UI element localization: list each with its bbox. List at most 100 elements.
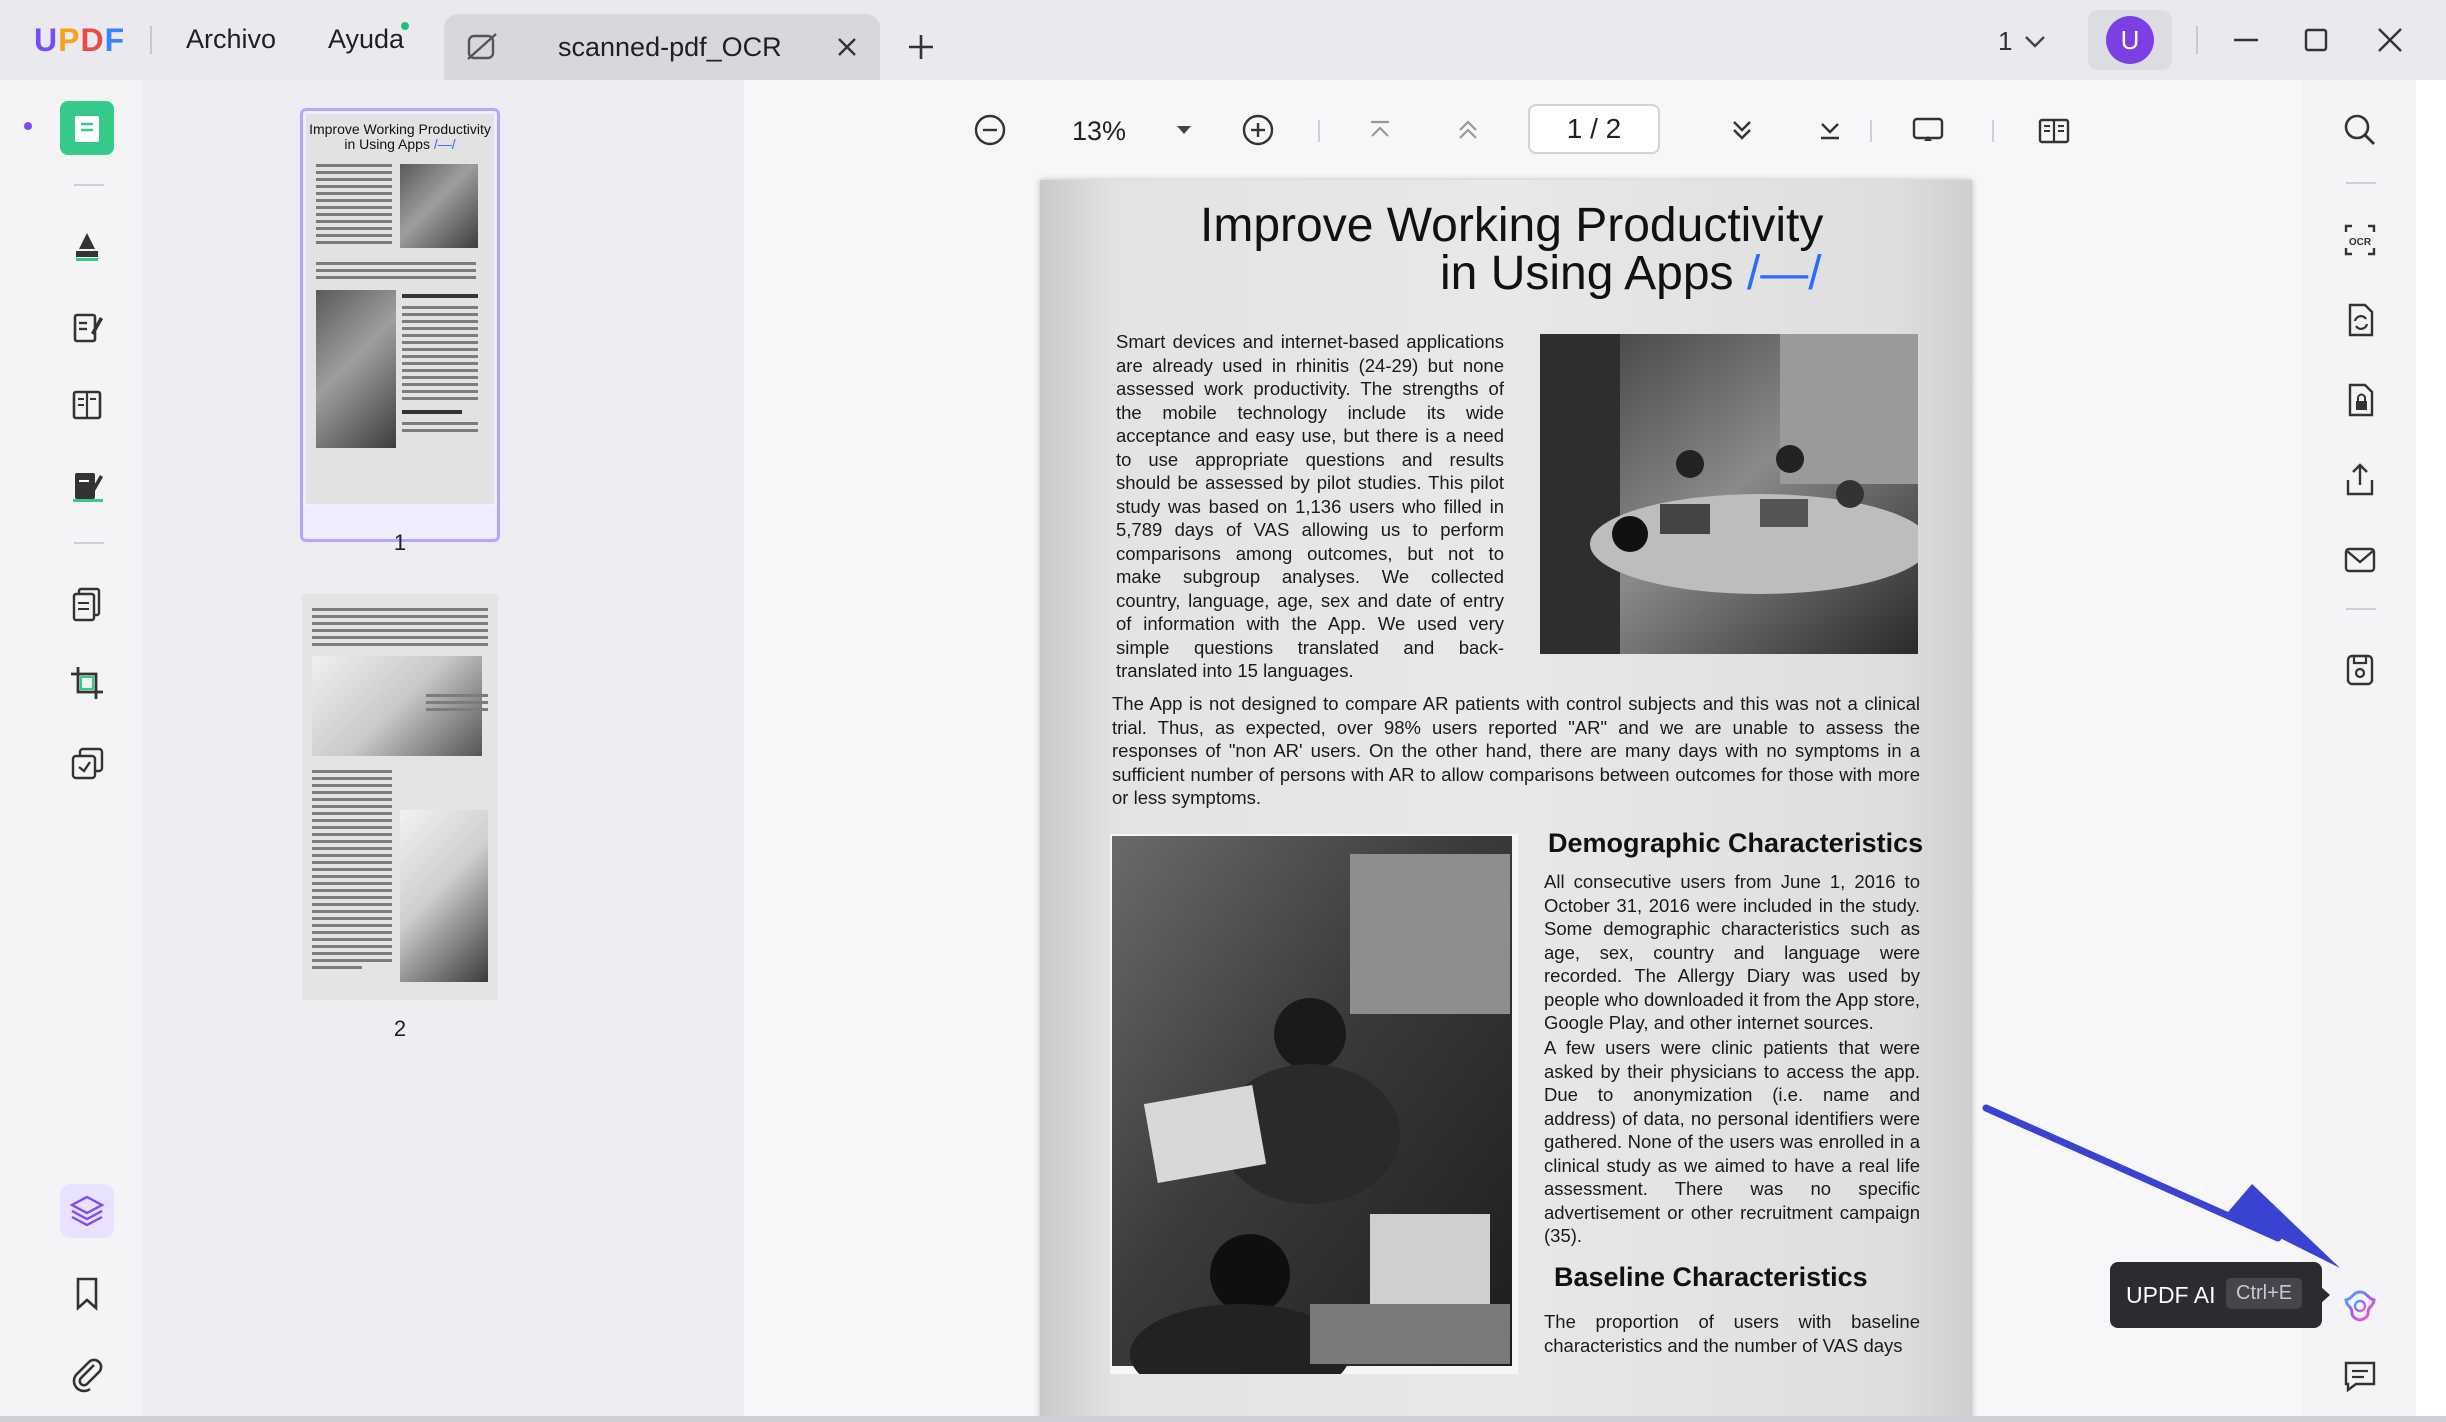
email-icon xyxy=(2344,547,2376,573)
close-tab-icon[interactable] xyxy=(832,32,862,62)
two-page-view-icon xyxy=(2038,118,2070,144)
paragraph-intro: Smart devices and internet-based applica… xyxy=(1116,331,1504,681)
slideshow-icon xyxy=(1912,117,1944,141)
crop-icon xyxy=(71,667,103,699)
title-bar: UPDF Archivo Ayuda scanned-pdf_OCR 1 U xyxy=(0,0,2446,80)
share-button[interactable] xyxy=(2338,458,2382,502)
zoom-level[interactable]: 13% xyxy=(1072,116,1126,147)
toolbar-separator xyxy=(2346,608,2376,610)
heading-baseline: Baseline Characteristics xyxy=(1554,1262,1868,1292)
search-icon xyxy=(2344,114,2375,145)
convert-tool-button[interactable] xyxy=(60,576,114,630)
paragraph-scope: The App is not designed to compare AR pa… xyxy=(1112,693,1920,808)
double-chevron-up-icon xyxy=(1459,120,1477,139)
notification-dot xyxy=(401,22,409,30)
toolbar-separator xyxy=(74,184,104,186)
save-button[interactable] xyxy=(2338,648,2382,692)
protect-button[interactable] xyxy=(2338,378,2382,422)
crop-tool-button[interactable] xyxy=(60,656,114,710)
page-number-input[interactable]: 1 / 2 xyxy=(1528,104,1660,154)
paragraph-demographic: All consecutive users from June 1, 2016 … xyxy=(1544,871,1920,1033)
zoom-in-icon xyxy=(1242,114,1274,146)
batch-tool-button[interactable] xyxy=(60,736,114,790)
batch-icon xyxy=(71,747,104,780)
window-bottom-edge xyxy=(0,1416,2446,1422)
updf-logo: UPDF xyxy=(34,22,126,58)
minimize-icon[interactable] xyxy=(2228,22,2264,58)
toolbar-separator xyxy=(1992,120,1994,142)
fill-sign-icon xyxy=(73,473,103,502)
layers-button[interactable] xyxy=(60,1184,114,1238)
bookmark-button[interactable] xyxy=(60,1266,114,1320)
page-thumbnail-2[interactable] xyxy=(302,594,498,1000)
toolbar-separator xyxy=(2346,182,2376,184)
tooltip-label: UPDF AI xyxy=(2126,1282,2216,1308)
toolbar-separator xyxy=(1870,120,1872,142)
reader-mode-button[interactable] xyxy=(60,101,114,155)
pdf-page: Improve Working Productivity in Using Ap… xyxy=(1040,180,1972,1422)
page-number-1: 1 xyxy=(393,530,407,555)
document-tab[interactable]: scanned-pdf_OCR xyxy=(444,14,880,80)
zoom-in-button[interactable] xyxy=(1238,110,1278,150)
tooltip-pointer xyxy=(2320,1286,2330,1304)
protect-icon xyxy=(2348,383,2374,417)
updf-window: UPDF Archivo Ayuda scanned-pdf_OCR 1 U I… xyxy=(0,0,2446,1422)
attachment-button[interactable] xyxy=(60,1346,114,1400)
thumbnail-title: Improve Working Productivity in Using Ap… xyxy=(309,121,491,152)
first-page-button[interactable] xyxy=(1360,110,1400,150)
presentation-button[interactable] xyxy=(1908,110,1948,150)
edit-tool-button[interactable] xyxy=(60,300,114,354)
paragraph-baseline: The proportion of users with baseline ch… xyxy=(1544,1311,1920,1356)
annotation-arrow xyxy=(1982,1104,2340,1268)
title-separator xyxy=(2196,26,2198,54)
svg-text:OCR: OCR xyxy=(2349,237,2372,248)
organize-tool-button[interactable] xyxy=(60,377,114,431)
fill-sign-button[interactable] xyxy=(60,458,114,512)
updf-ai-tooltip: UPDF AI Ctrl+E xyxy=(2110,1262,2330,1328)
page-display-button[interactable] xyxy=(2034,110,2074,150)
ocr-button[interactable]: OCR xyxy=(2338,218,2382,262)
left-toolbar xyxy=(24,80,142,1422)
first-page-icon xyxy=(1371,120,1389,137)
last-page-icon xyxy=(1821,123,1839,140)
page-number-2: 2 xyxy=(393,1016,407,1041)
updf-ai-icon xyxy=(2344,1290,2376,1322)
share-icon xyxy=(2346,463,2374,496)
zoom-out-icon xyxy=(974,114,1006,146)
maximize-icon[interactable] xyxy=(2298,22,2334,58)
new-tab-icon[interactable] xyxy=(904,30,938,64)
title-separator xyxy=(150,26,152,54)
document-title-line2: in Using Apps /—/ xyxy=(1440,247,1822,300)
office-meeting-photo xyxy=(1540,334,1918,654)
page-layout-icon xyxy=(72,390,102,420)
toolbar-separator xyxy=(74,542,104,544)
tab-title: scanned-pdf_OCR xyxy=(558,32,782,62)
save-icon xyxy=(2346,654,2374,686)
bookmark-icon xyxy=(76,1277,98,1311)
previous-page-button[interactable] xyxy=(1448,110,1488,150)
convert-button[interactable] xyxy=(2338,298,2382,342)
comment-tool-button[interactable] xyxy=(60,218,114,272)
close-window-icon[interactable] xyxy=(2372,22,2408,58)
comments-panel-button[interactable] xyxy=(2338,1354,2382,1398)
last-page-button[interactable] xyxy=(1810,110,1850,150)
convert-icon xyxy=(2348,303,2374,337)
view-toolbar: 13% 1 / 2 xyxy=(744,80,2302,180)
next-page-button[interactable] xyxy=(1722,110,1762,150)
chevron-down-icon[interactable] xyxy=(2022,28,2048,54)
page-thumbnail-1[interactable]: Improve Working Productivity in Using Ap… xyxy=(306,114,494,504)
comments-icon xyxy=(2344,1361,2376,1393)
email-button[interactable] xyxy=(2338,538,2382,582)
avatar[interactable]: U xyxy=(2106,16,2154,64)
search-button[interactable] xyxy=(2338,108,2382,152)
heading-demographic: Demographic Characteristics xyxy=(1548,828,1924,858)
zoom-out-button[interactable] xyxy=(970,110,1010,150)
menu-archivo[interactable]: Archivo xyxy=(186,24,276,55)
ocr-icon: OCR xyxy=(2344,224,2376,256)
paragraph-users: A few users were clinic patients that we… xyxy=(1544,1037,1920,1246)
menu-ayuda[interactable]: Ayuda xyxy=(328,24,404,55)
open-windows-count[interactable]: 1 xyxy=(1998,26,2012,57)
updf-ai-button[interactable] xyxy=(2338,1284,2382,1328)
zoom-dropdown[interactable] xyxy=(1164,110,1204,150)
double-chevron-down-icon xyxy=(1733,121,1751,140)
